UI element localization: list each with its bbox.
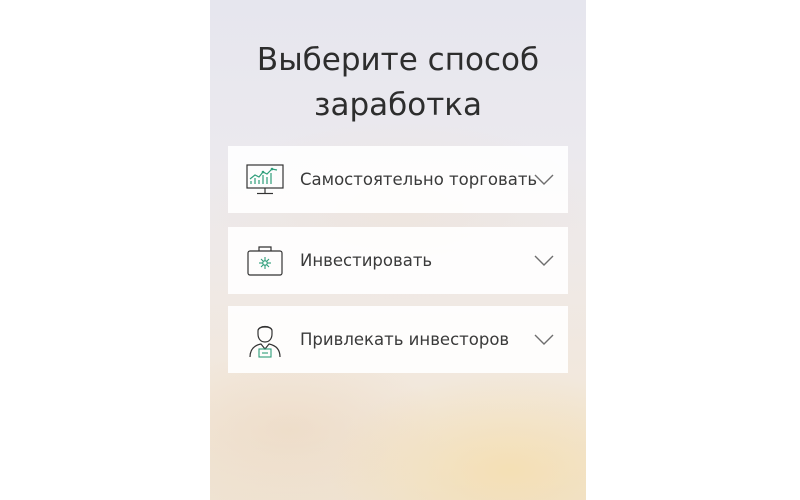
option-label: Привлекать инвесторов [300,330,510,349]
option-invest[interactable]: Инвестировать [228,227,568,294]
option-label: Самостоятельно торговать [300,170,538,189]
chevron-down-icon[interactable] [534,172,554,186]
page-title: Выберите способ заработка [210,38,586,128]
option-label: Инвестировать [300,251,433,270]
chevron-down-icon[interactable] [534,332,554,346]
chevron-down-icon[interactable] [534,253,554,267]
earning-method-panel: Выберите способ заработка Самостоятельно… [210,0,586,500]
option-attract-investors[interactable]: Привлекать инвесторов [228,306,568,373]
person-advisor-icon [249,325,281,358]
page-title-line-1: Выберите способ [256,42,540,78]
trading-monitor-icon [246,164,284,195]
briefcase-icon [247,246,283,276]
page-title-line-2: заработка [313,87,483,123]
option-trade-independently[interactable]: Самостоятельно торговать [228,146,568,213]
